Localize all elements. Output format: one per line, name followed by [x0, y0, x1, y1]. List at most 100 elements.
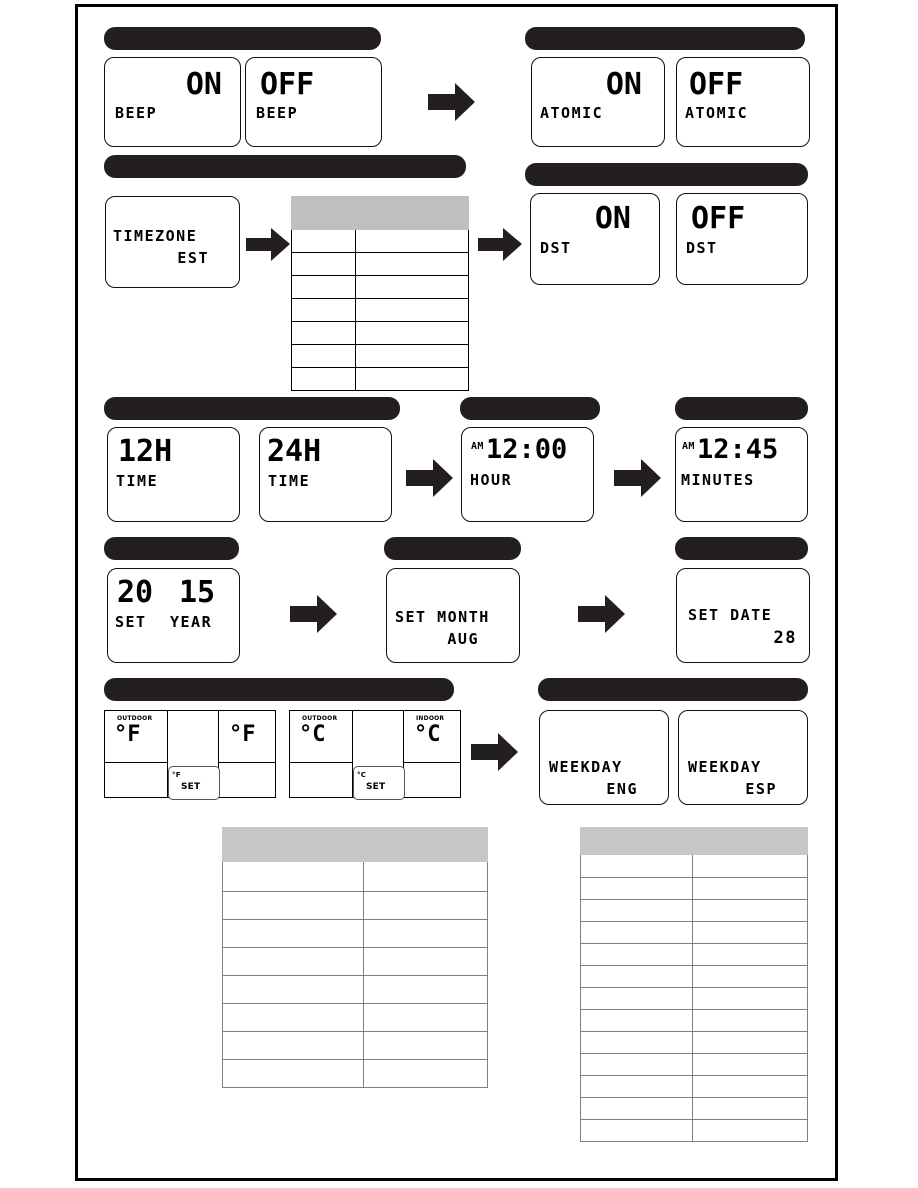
lcd-panel-atomic-on: ON ATOMIC	[531, 57, 665, 147]
table-cell	[580, 1119, 693, 1142]
set-label-f: SET	[181, 782, 201, 792]
table-row	[291, 367, 469, 391]
unit-indoor-c: °C	[414, 722, 441, 747]
lcd-label-dst-on: DST	[540, 239, 572, 257]
table-cell	[580, 943, 693, 966]
table-cell	[692, 854, 808, 878]
table-cell	[222, 861, 364, 892]
table-row	[222, 947, 488, 976]
table-row	[580, 943, 808, 966]
temp-panel-fahrenheit: OUTDOOR °F °F °F SET	[104, 710, 276, 800]
set-unit-c: °C	[357, 771, 367, 779]
table-cell	[355, 367, 469, 391]
weekday-reference-table	[580, 827, 808, 1142]
lcd-line2-timezone: EST	[177, 249, 209, 267]
table-cell	[355, 298, 469, 322]
lcd-value-minutes: 12:45	[697, 434, 779, 465]
table-row	[291, 344, 469, 368]
right-arrow-icon	[478, 228, 522, 261]
panel-divider	[218, 762, 275, 764]
lcd-label-atomic-off: ATOMIC	[685, 104, 749, 122]
right-arrow-icon	[428, 83, 475, 121]
temp-panel-celsius: OUTDOOR °C INDOOR °C °C SET	[289, 710, 461, 800]
table-row	[580, 1097, 808, 1120]
lcd-label-hour: HOUR	[470, 471, 513, 489]
table-cell	[692, 1075, 808, 1098]
table-row	[291, 275, 469, 299]
lcd-meridiem-hour: AM	[471, 441, 484, 452]
table-row	[580, 1031, 808, 1054]
table-cell	[580, 877, 693, 900]
table-cell	[363, 1031, 488, 1060]
table-cell	[222, 975, 364, 1004]
table-cell	[363, 891, 488, 920]
lcd-value-beep-on: ON	[185, 67, 222, 102]
table-cell	[355, 321, 469, 345]
table-cell	[580, 965, 693, 988]
table-header-row	[580, 827, 808, 855]
lcd-line1-timezone: TIMEZONE	[113, 227, 198, 245]
lcd-panel-beep-on: ON BEEP	[104, 57, 241, 147]
table-cell	[692, 1031, 808, 1054]
table-cell	[222, 1031, 364, 1060]
lcd-line1-weekday-esp: WEEKDAY	[688, 758, 762, 776]
table-cell	[291, 321, 356, 345]
lcd-line2-date: 28	[773, 628, 797, 648]
table-cell	[222, 1059, 364, 1088]
table-cell	[692, 899, 808, 922]
table-cell	[222, 919, 364, 948]
lcd-line1-weekday-eng: WEEKDAY	[549, 758, 623, 776]
set-subpanel-f: °F SET	[168, 766, 220, 800]
lcd-line1-month: SET MONTH	[395, 608, 490, 626]
lcd-panel-date: SET DATE 28	[676, 568, 810, 663]
table-cell	[363, 861, 488, 892]
lcd-value-24h: 24H	[267, 434, 322, 469]
table-cell	[355, 252, 469, 276]
table-cell	[222, 947, 364, 976]
table-cell	[222, 1003, 364, 1032]
lcd-meridiem-minutes: AM	[682, 441, 695, 452]
lcd-panel-dst-on: ON DST	[530, 193, 660, 285]
lcd-panel-month: SET MONTH AUG	[386, 568, 520, 663]
lcd-label-dst-off: DST	[686, 239, 718, 257]
set-subpanel-c: °C SET	[353, 766, 405, 800]
table-cell	[692, 1097, 808, 1120]
table-row	[291, 252, 469, 276]
lcd-value-dst-off: OFF	[691, 201, 746, 236]
lcd-label-year-set: SET	[115, 613, 147, 631]
month-caption-bar	[384, 537, 521, 560]
minutes-caption-bar	[675, 397, 808, 420]
lcd-label-atomic-on: ATOMIC	[540, 104, 604, 122]
table-row	[291, 229, 469, 253]
table-cell	[291, 367, 356, 391]
table-cell	[580, 1009, 693, 1032]
table-row	[222, 861, 488, 892]
lcd-panel-12h: 12H TIME	[107, 427, 240, 522]
table-cell	[692, 943, 808, 966]
table-cell	[363, 919, 488, 948]
table-header-row	[291, 196, 469, 230]
year-caption-bar	[104, 537, 239, 560]
table-cell	[580, 1075, 693, 1098]
table-cell	[291, 344, 356, 368]
lcd-panel-24h: 24H TIME	[259, 427, 392, 522]
atomic-caption-bar	[525, 27, 805, 50]
unit-outdoor-f: °F	[114, 722, 141, 747]
hour-caption-bar	[460, 397, 600, 420]
table-row	[222, 919, 488, 948]
lcd-label-12h: TIME	[116, 472, 159, 490]
table-cell	[692, 987, 808, 1010]
table-cell	[692, 877, 808, 900]
panel-divider	[290, 762, 352, 764]
lcd-line1-date: SET DATE	[688, 606, 773, 624]
lcd-value-dst-on: ON	[594, 201, 631, 236]
lcd-value-atomic-off: OFF	[689, 67, 744, 102]
lcd-panel-atomic-off: OFF ATOMIC	[676, 57, 810, 147]
lcd-label-minutes: MINUTES	[681, 471, 755, 489]
table-cell	[363, 1003, 488, 1032]
table-row	[222, 1059, 488, 1088]
unit-outdoor-c: °C	[299, 722, 326, 747]
temperature-caption-bar	[104, 678, 454, 701]
lcd-label-beep-on: BEEP	[115, 104, 158, 122]
table-cell	[692, 921, 808, 944]
